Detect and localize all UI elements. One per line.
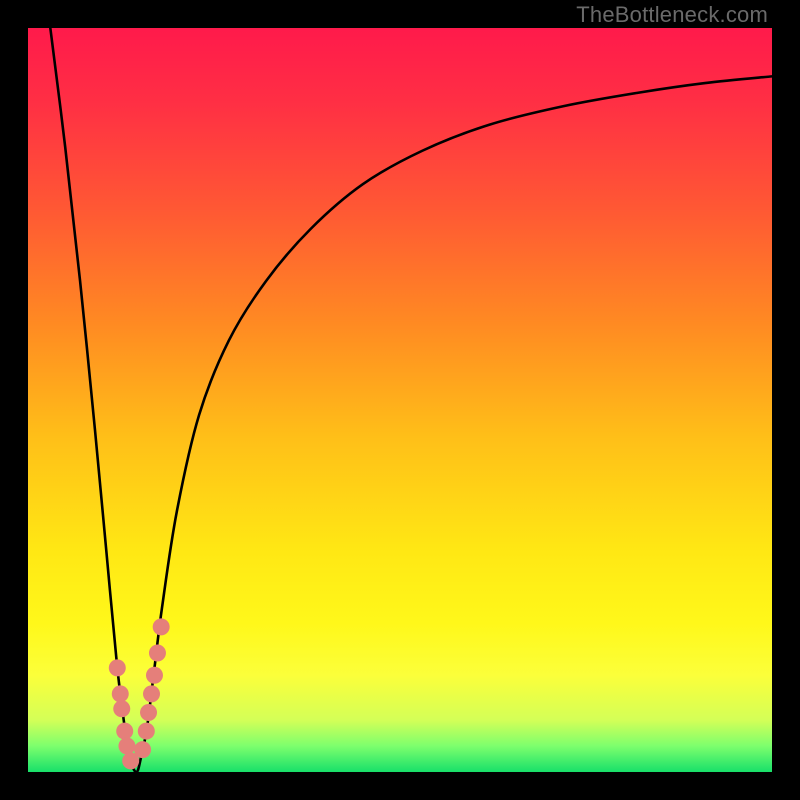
marker-dot (118, 737, 135, 754)
marker-dot (116, 723, 133, 740)
marker-dot (153, 618, 170, 635)
marker-dot (146, 667, 163, 684)
marker-dot (138, 723, 155, 740)
marker-dot (134, 741, 151, 758)
curve-markers (28, 28, 772, 772)
marker-dot (112, 685, 129, 702)
marker-dot (113, 700, 130, 717)
plot-area (28, 28, 772, 772)
watermark-text: TheBottleneck.com (576, 2, 768, 28)
marker-dot (140, 704, 157, 721)
marker-dot (109, 659, 126, 676)
marker-dot (149, 644, 166, 661)
chart-frame: TheBottleneck.com (0, 0, 800, 800)
marker-dot (143, 685, 160, 702)
